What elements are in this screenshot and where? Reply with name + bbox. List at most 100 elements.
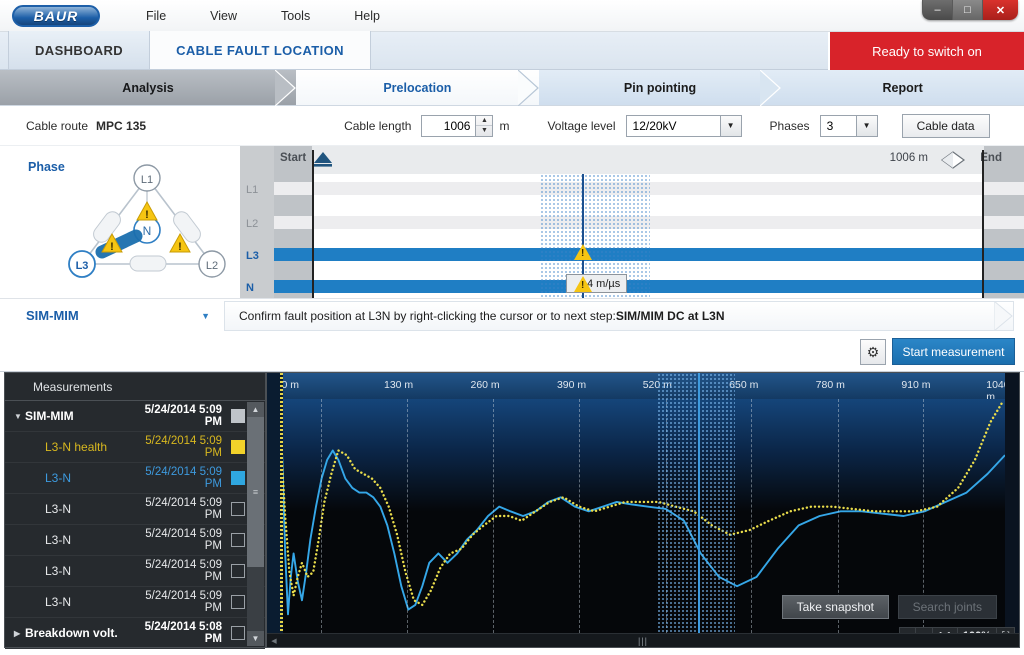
phase-title: Phase xyxy=(28,160,65,174)
list-item[interactable]: L3-N 5/24/2014 5:09 PM xyxy=(5,556,265,587)
warning-icon-fault-n[interactable] xyxy=(574,276,592,292)
x-tick-label: 390 m xyxy=(556,379,587,391)
list-item[interactable]: ▼ SIM-MIM 5/24/2014 5:09 PM xyxy=(5,401,265,432)
chevron-right-icon xyxy=(994,300,1013,331)
step-analysis-label: Analysis xyxy=(122,80,174,95)
gridline xyxy=(406,399,408,633)
measurement-color-swatch[interactable] xyxy=(231,626,245,640)
scroll-left-icon[interactable]: ◀ xyxy=(267,637,281,645)
measurement-date: 5/24/2014 5:09 PM xyxy=(145,435,222,459)
list-item[interactable]: L3-N 5/24/2014 5:09 PM xyxy=(5,494,265,525)
chart-horizontal-scrollbar[interactable]: ◀ ||| xyxy=(267,633,1019,647)
measurement-mode-select[interactable]: SIM-MIM ▼ xyxy=(0,299,224,333)
reflectogram-chart[interactable]: 0 m 130 m 260 m 390 m 520 m 650 m 780 m … xyxy=(266,372,1020,648)
list-item[interactable]: ▶ Breakdown volt. 5/24/2014 5:08 PM xyxy=(5,618,265,649)
x-tick-label: 780 m xyxy=(815,379,845,391)
list-item[interactable]: L3-N 5/24/2014 5:09 PM xyxy=(5,587,265,618)
phase-diagram[interactable]: N L1 L2 L3 ! ! ! xyxy=(62,160,232,284)
list-item[interactable]: L3-N health 5/24/2014 5:09 PM xyxy=(5,432,265,463)
application-window: BAUR File View Tools Help – □ ✕ DASHBOAR… xyxy=(0,0,1024,655)
svg-text:L1: L1 xyxy=(141,174,153,186)
phases-value: 3 xyxy=(826,118,834,133)
chart-fault-zone-highlight xyxy=(656,373,736,633)
measurement-color-swatch[interactable] xyxy=(231,595,245,609)
chevron-down-icon[interactable]: ▼ xyxy=(201,311,210,321)
maximize-icon[interactable]: □ xyxy=(952,0,982,20)
menu-item-tools[interactable]: Tools xyxy=(259,5,332,27)
cable-data-button[interactable]: Cable data xyxy=(901,113,990,138)
scroll-up-icon[interactable]: ▲ xyxy=(247,402,264,417)
svg-text:!: ! xyxy=(145,209,149,221)
cable-length-stepper[interactable]: ▲ ▼ xyxy=(475,115,493,136)
scrollbar-thumb[interactable]: ≡ xyxy=(247,417,264,567)
cable-length-input[interactable]: 1006 ▲ ▼ xyxy=(421,114,494,137)
step-analysis[interactable]: Analysis xyxy=(0,70,297,106)
close-icon[interactable]: ✕ xyxy=(982,0,1018,20)
collapse-triangle-icon[interactable]: ▼ xyxy=(14,412,22,421)
stepper-down-icon[interactable]: ▼ xyxy=(476,126,492,136)
tab-cable-fault-location[interactable]: CABLE FAULT LOCATION xyxy=(150,31,371,69)
measurement-name: SIM-MIM xyxy=(25,409,74,423)
scrollbar-thumb[interactable]: ||| xyxy=(638,636,648,646)
minimize-icon[interactable]: – xyxy=(922,0,952,20)
menu-item-view[interactable]: View xyxy=(188,5,259,27)
start-marker-icon[interactable] xyxy=(312,150,334,170)
chevron-right-icon xyxy=(517,70,539,106)
voltage-level-select[interactable]: 12/20kV ▼ xyxy=(625,114,742,137)
start-measurement-button[interactable]: Start measurement xyxy=(892,338,1015,365)
measurement-mode-value: SIM-MIM xyxy=(26,308,79,323)
measurement-name: L3-N health xyxy=(45,440,108,454)
measurement-name: L3-N xyxy=(45,533,72,547)
track-label-l3: L3 xyxy=(246,250,259,262)
take-snapshot-button[interactable]: Take snapshot xyxy=(781,595,889,619)
warning-icon-l1: ! xyxy=(136,200,158,221)
menu-item-help[interactable]: Help xyxy=(332,5,402,27)
chevron-down-icon[interactable]: ▼ xyxy=(855,115,877,136)
measurement-color-swatch[interactable] xyxy=(231,409,245,423)
step-pin-pointing[interactable]: Pin pointing xyxy=(538,70,782,106)
measurement-name: L3-N xyxy=(45,595,72,609)
measurement-date: 5/24/2014 5:08 PM xyxy=(144,621,222,645)
stepper-up-icon[interactable]: ▲ xyxy=(476,116,493,126)
list-item[interactable]: L3-N 5/24/2014 5:09 PM xyxy=(5,525,265,556)
menu-bar: File View Tools Help xyxy=(124,5,402,27)
workflow-steps: Analysis Prelocation Pin pointing Report xyxy=(0,70,1024,106)
chevron-down-icon[interactable]: ▼ xyxy=(719,115,741,136)
schematic-start-label: Start xyxy=(280,152,307,164)
chevron-right-icon xyxy=(760,70,782,106)
x-tick-label: 260 m xyxy=(470,379,500,391)
measurement-name: L3-N xyxy=(45,502,72,516)
measurement-color-swatch[interactable] xyxy=(231,440,245,454)
cable-route-value: MPC 135 xyxy=(96,118,147,133)
mode-instruction-bar: SIM-MIM ▼ Confirm fault position at L3N … xyxy=(0,298,1024,332)
tab-dashboard[interactable]: DASHBOARD xyxy=(8,31,151,69)
expand-triangle-icon[interactable]: ▶ xyxy=(14,629,20,638)
cable-route-label: Cable route xyxy=(26,118,89,133)
measurement-color-swatch[interactable] xyxy=(231,502,245,516)
measurement-color-swatch[interactable] xyxy=(231,533,245,547)
cable-schematic[interactable]: Start 1006 m End L1 L2 L3 N ! 4 m/µs ! xyxy=(240,146,1024,298)
end-marker-icon[interactable] xyxy=(940,150,966,170)
parameter-bar: Cable route MPC 135 Cable length 1006 ▲ … xyxy=(0,106,1024,146)
list-item[interactable]: L3-N 5/24/2014 5:09 PM xyxy=(5,463,265,494)
scroll-down-icon[interactable]: ▼ xyxy=(247,631,264,646)
measurements-scrollbar[interactable]: ▲ ≡ ▼ xyxy=(247,402,264,646)
step-report[interactable]: Report xyxy=(781,70,1024,105)
measurement-name: L3-N xyxy=(45,471,72,485)
measurement-color-swatch[interactable] xyxy=(231,564,245,578)
status-badge-ready-to-switch-on[interactable]: Ready to switch on xyxy=(828,32,1024,70)
chart-right-margin xyxy=(1005,373,1019,633)
menu-item-file[interactable]: File xyxy=(124,5,188,27)
gear-icon[interactable]: ⚙ xyxy=(860,339,886,365)
measurement-color-swatch[interactable] xyxy=(231,471,245,485)
warning-icon-fault-l3[interactable] xyxy=(574,244,592,260)
cable-overview-panel: Phase N L1 L2 L3 ! ! ! Start 1006 m End … xyxy=(0,146,1024,298)
chart-cursor-line[interactable] xyxy=(697,373,700,633)
baur-logo: BAUR xyxy=(12,4,100,27)
track-label-l1: L1 xyxy=(246,184,259,196)
step-prelocation[interactable]: Prelocation xyxy=(296,70,539,106)
action-row: ⚙ Start measurement xyxy=(0,332,1024,372)
phases-select[interactable]: 3 ▼ xyxy=(819,114,878,137)
instruction-next-step: SIM/MIM DC at L3N xyxy=(615,308,725,323)
cable-length-label: Cable length xyxy=(344,118,412,133)
